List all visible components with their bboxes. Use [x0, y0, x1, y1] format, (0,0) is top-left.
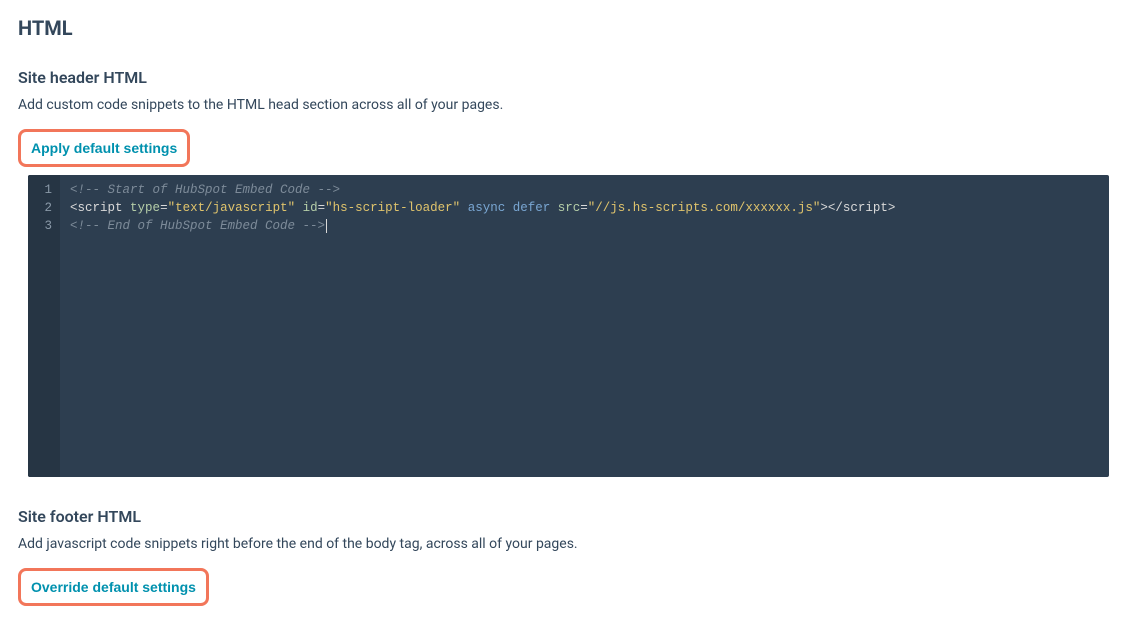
site-header-title: Site header HTML — [18, 68, 1109, 87]
code-line-3: <!-- End of HubSpot Embed Code --> — [70, 219, 325, 233]
cursor-caret — [326, 219, 327, 233]
page-title: HTML — [18, 16, 1109, 40]
override-default-settings-button[interactable]: Override default settings — [21, 571, 206, 603]
site-header-code-editor[interactable]: 1 2 3 <!-- Start of HubSpot Embed Code -… — [28, 175, 1109, 477]
code-line-1: <!-- Start of HubSpot Embed Code --> — [70, 183, 340, 197]
code-content[interactable]: <!-- Start of HubSpot Embed Code --> <sc… — [60, 175, 1109, 477]
site-header-description: Add custom code snippets to the HTML hea… — [18, 97, 1109, 113]
line-number: 1 — [42, 181, 52, 199]
site-footer-description: Add javascript code snippets right befor… — [18, 536, 1109, 552]
code-line-2: <script type="text/javascript" id="hs-sc… — [70, 201, 895, 215]
apply-default-settings-button[interactable]: Apply default settings — [21, 132, 187, 164]
line-number: 3 — [42, 217, 52, 235]
code-gutter: 1 2 3 — [28, 175, 60, 477]
override-default-highlight: Override default settings — [18, 568, 209, 606]
line-number: 2 — [42, 199, 52, 217]
apply-default-highlight: Apply default settings — [18, 129, 190, 167]
site-footer-title: Site footer HTML — [18, 507, 1109, 526]
